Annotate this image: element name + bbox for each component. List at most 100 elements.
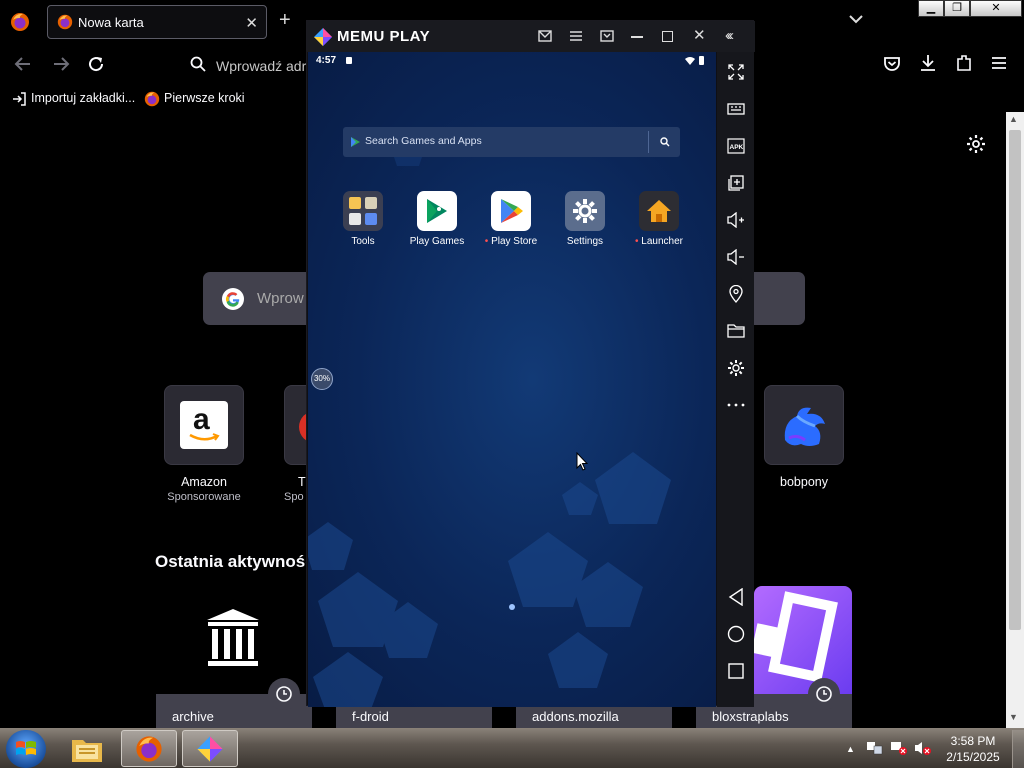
more-icon[interactable] [717,386,754,423]
shortcut-sponsored: Spo [284,491,304,503]
clock-icon [268,678,300,710]
play-store-icon [491,191,531,231]
app-play-store[interactable]: • Play Store [476,191,546,247]
settings-icon[interactable] [717,349,754,386]
volume-down-icon[interactable] [717,238,754,275]
network-error-icon[interactable] [890,740,908,756]
archive-building-icon [206,608,260,668]
home-icon[interactable] [717,615,754,652]
shortcut-sponsored: Sponsorowane [167,491,241,503]
extensions-icon[interactable] [955,54,973,72]
gear-icon[interactable] [966,134,986,154]
minimize-button[interactable]: ▁ [918,0,944,17]
show-desktop-button[interactable] [1012,730,1024,768]
show-hidden-icons-icon[interactable]: ▲ [846,744,855,754]
taskbar-memu[interactable] [182,730,238,767]
chevron-down-icon[interactable] [848,11,864,27]
add-window-icon[interactable] [717,164,754,201]
shortcut-label: bobpony [780,475,828,489]
pocket-icon[interactable] [883,55,901,73]
bookmark-import[interactable]: Importuj zakładki... [31,91,135,105]
close-window-button[interactable]: ✕ [970,0,1022,17]
app-play-games[interactable]: Play Games [402,191,472,247]
search-icon[interactable] [660,137,670,147]
back-icon[interactable] [717,578,754,615]
recent-card-label: addons.mozilla [532,709,619,724]
page-indicator [509,604,515,610]
volume-up-icon[interactable] [717,201,754,238]
download-icon[interactable] [919,54,937,72]
location-icon[interactable] [717,275,754,312]
folder-explorer-icon [72,740,102,762]
shortcut-label: Amazon [181,475,227,489]
multi-window-icon[interactable] [600,30,614,42]
window-controls: ▁ ❐ ✕ [918,0,1022,17]
recent-card-archive[interactable]: archive [156,678,312,728]
memu-minimize-icon[interactable] [631,36,643,38]
app-launcher[interactable]: • Launcher [624,191,694,247]
firefox-tab-icon [57,14,73,30]
progress-badge[interactable]: 30% [311,368,333,390]
amazon-icon: a [180,401,228,449]
url-placeholder: Wprowadź adr [216,58,307,74]
play-store-small-icon [351,137,360,147]
clock-date[interactable]: 2/15/2025 [940,750,1006,764]
app-settings[interactable]: Settings [550,191,620,247]
start-button[interactable] [6,730,46,768]
clock-time[interactable]: 3:58 PM [940,734,1006,748]
memu-taskbar-icon [197,736,223,762]
google-icon [221,287,245,311]
windows-logo-icon [16,741,36,755]
action-center-icon[interactable] [866,740,884,756]
restore-button[interactable]: ❐ [944,0,970,17]
svg-text:APK: APK [729,144,743,151]
back-arrow-icon[interactable] [14,56,32,72]
taskbar-explorer[interactable] [60,730,116,767]
import-icon [12,92,26,106]
scrollbar-thumb[interactable] [1009,130,1021,630]
app-search-bar[interactable]: Search Games and Apps [343,127,680,157]
taskbar-firefox[interactable] [121,730,177,767]
memu-maximize-icon[interactable] [662,31,673,42]
memu-sidebar: APK [717,52,754,707]
tab-nowa-karta[interactable]: Nowa karta ✕ [47,5,267,39]
android-screen[interactable]: 4:57 Search Games and Apps Tools Play Ga… [308,52,716,707]
battery-icon [699,56,704,65]
url-bar[interactable]: Wprowadź adr [182,50,312,80]
fullscreen-icon[interactable] [717,53,754,90]
recent-card-label: bloxstraplabs [712,709,789,724]
tools-icon [343,191,383,231]
notification-icon [346,57,352,64]
app-label: Tools [351,236,375,247]
menu-icon[interactable] [569,30,583,42]
collapse-sidebar-icon[interactable]: ‹‹‹ [725,27,734,44]
scroll-up-icon[interactable]: ▲ [1009,114,1018,124]
bookmark-first-steps[interactable]: Pierwsze kroki [164,91,245,105]
tab-title: Nowa karta [78,15,144,30]
firefox-icon [136,736,162,762]
mail-icon[interactable] [538,30,552,42]
close-tab-icon[interactable]: ✕ [245,14,258,32]
reload-icon[interactable] [87,55,105,73]
volume-muted-icon[interactable] [914,740,932,756]
recents-icon[interactable] [717,652,754,689]
hamburger-menu-icon[interactable] [991,56,1007,70]
app-tools[interactable]: Tools [328,191,398,247]
shortcut-partial[interactable] [284,385,315,465]
firefox-menu-icon[interactable] [10,12,30,32]
mouse-cursor-icon [576,452,588,471]
launcher-house-icon [639,191,679,231]
apk-icon[interactable]: APK [717,127,754,164]
shortcut-amazon[interactable]: a [164,385,244,465]
clock-icon [808,678,840,710]
page-scrollbar[interactable]: ▲ ▼ [1006,112,1024,728]
shortcut-bobpony[interactable] [764,385,844,465]
new-tab-button[interactable]: + [279,9,291,32]
scroll-down-icon[interactable]: ▼ [1009,712,1018,722]
app-label: Play Store [491,236,538,247]
app-label: Play Games [409,236,465,247]
memu-close-icon[interactable]: ✕ [693,26,706,44]
folder-icon[interactable] [717,312,754,349]
forward-arrow-icon[interactable] [52,56,70,72]
keyboard-icon[interactable] [717,90,754,127]
